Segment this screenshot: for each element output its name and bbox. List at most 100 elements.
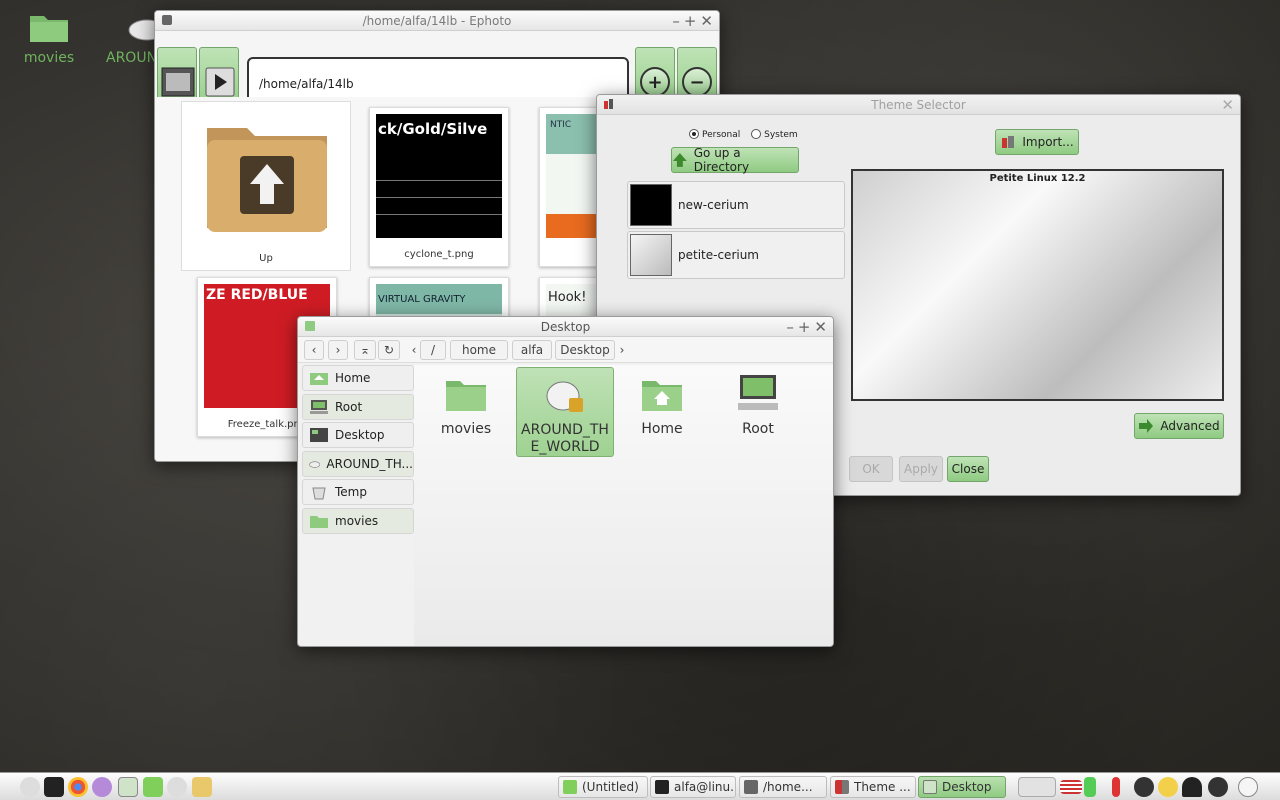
lightbulb-icon[interactable] xyxy=(1158,777,1178,797)
folder-up-icon xyxy=(207,128,327,232)
window-title: Desktop xyxy=(540,319,591,334)
chevron-left-icon: ‹ xyxy=(411,343,417,357)
computer-icon xyxy=(738,375,778,410)
import-button[interactable]: Import... xyxy=(995,129,1079,155)
theme-swatch xyxy=(630,234,672,276)
terminal-icon[interactable] xyxy=(44,777,64,797)
radio-personal[interactable]: Personal xyxy=(689,129,740,140)
minimize-icon[interactable]: – xyxy=(672,11,680,31)
arrow-up-icon: ⌅ xyxy=(359,343,371,357)
folder-icon xyxy=(310,515,328,528)
advanced-button[interactable]: Advanced xyxy=(1134,413,1224,439)
wifi-icon[interactable] xyxy=(1182,777,1202,797)
crumb-home[interactable]: home xyxy=(450,340,508,360)
folder-icon xyxy=(446,381,486,411)
task-desktop[interactable]: Desktop xyxy=(918,776,1006,798)
volume-icon[interactable] xyxy=(1208,777,1228,797)
zoom-out-icon: − xyxy=(682,67,712,97)
desktop-icon-movies[interactable]: movies xyxy=(4,10,94,66)
back-button[interactable]: ‹ xyxy=(304,340,324,360)
maximize-icon[interactable]: + xyxy=(684,11,697,31)
theme-item-new-cerium[interactable]: new-cerium xyxy=(627,181,845,229)
close-button[interactable]: Close xyxy=(947,456,989,482)
theme-item-petite-cerium[interactable]: petite-cerium xyxy=(627,231,845,279)
desktop-icon-around[interactable]: AROUN xyxy=(96,10,166,66)
chat-icon[interactable] xyxy=(92,777,112,797)
apply-button[interactable]: Apply xyxy=(899,456,943,482)
maximize-icon[interactable]: + xyxy=(798,317,811,337)
file-item-around-the-world[interactable]: AROUND_THE_WORLD xyxy=(516,367,614,457)
theme-name: petite-cerium xyxy=(678,248,759,262)
theme-swatch xyxy=(630,184,672,226)
cpu-gauge-icon xyxy=(1134,777,1154,797)
close-icon[interactable]: ✕ xyxy=(814,317,827,337)
editor-icon[interactable] xyxy=(143,777,163,797)
folder-icon xyxy=(30,16,68,42)
import-icon xyxy=(1002,136,1015,148)
package-icon[interactable] xyxy=(192,777,212,797)
thumbnail-caption: Up xyxy=(259,253,273,264)
sidebar-item-around[interactable]: AROUND_TH... xyxy=(302,450,414,477)
crumb-scroll-left[interactable]: ‹ xyxy=(408,340,420,360)
chevron-right-icon: › xyxy=(335,343,341,357)
task-ephoto[interactable]: /home... xyxy=(739,776,827,798)
chevron-left-icon: ‹ xyxy=(311,343,317,357)
sidebar-item-desktop[interactable]: Desktop xyxy=(302,422,414,448)
thumbnail-cyclone[interactable]: ck/Gold/Silve cyclone_t.png xyxy=(369,107,509,267)
task-untitled[interactable]: (Untitled) xyxy=(558,776,648,798)
thumbnail-image: ck/Gold/Silve xyxy=(376,114,502,238)
pager-icon[interactable] xyxy=(1018,777,1056,797)
clock-icon[interactable] xyxy=(1238,777,1258,797)
calculator-icon[interactable] xyxy=(118,777,138,797)
refresh-button[interactable]: ↻ xyxy=(378,340,400,360)
window-title: Theme Selector xyxy=(871,97,966,112)
task-theme[interactable]: Theme ... xyxy=(830,776,916,798)
theme-icon xyxy=(835,780,849,794)
crumb-desktop[interactable]: Desktop xyxy=(555,340,615,360)
crumb-root[interactable]: / xyxy=(420,340,446,360)
go-up-directory-button[interactable]: Go up a Directory xyxy=(671,146,799,174)
close-icon[interactable]: ✕ xyxy=(1221,95,1234,115)
sidebar-item-home[interactable]: Home xyxy=(302,365,414,391)
theme-name: new-cerium xyxy=(678,198,749,212)
computer-icon xyxy=(310,399,328,414)
up-button[interactable]: ⌅ xyxy=(354,340,376,360)
ok-button[interactable]: OK xyxy=(849,456,893,482)
theme-titlebar[interactable]: Theme Selector ✕ xyxy=(597,95,1240,115)
file-item-home[interactable]: Home xyxy=(614,367,710,457)
thumbnail-caption: cyclone_t.png xyxy=(404,249,474,260)
search-icon[interactable] xyxy=(167,777,187,797)
forward-button[interactable]: › xyxy=(328,340,348,360)
chevron-right-icon: › xyxy=(619,343,625,357)
arrow-up-icon xyxy=(672,153,687,167)
browser-icon[interactable] xyxy=(68,777,88,797)
places-sidebar: Home Root Desktop AROUND_TH... Temp movi… xyxy=(302,365,414,536)
thermometer-icon xyxy=(1112,777,1120,797)
desktop-icon-label: AROUN xyxy=(106,50,158,66)
minimize-icon[interactable]: – xyxy=(786,317,794,337)
radio-system[interactable]: System xyxy=(751,129,798,140)
crumb-scroll-right[interactable]: › xyxy=(616,340,628,360)
close-icon[interactable]: ✕ xyxy=(700,11,713,31)
file-item-movies[interactable]: movies xyxy=(418,367,514,457)
file-item-root[interactable]: Root xyxy=(710,367,806,457)
crumb-alfa[interactable]: alfa xyxy=(512,340,552,360)
flag-icon[interactable] xyxy=(1060,780,1082,794)
sidebar-item-movies[interactable]: movies xyxy=(302,507,414,534)
ephoto-titlebar[interactable]: /home/alfa/14lb - Ephoto – + ✕ xyxy=(155,11,719,31)
task-terminal[interactable]: alfa@linu... xyxy=(650,776,736,798)
editor-icon xyxy=(563,780,577,794)
file-manager-window: Desktop – + ✕ ‹ › ⌅ ↻ ‹ / home alfa Desk… xyxy=(297,316,834,647)
arrow-right-icon xyxy=(1139,419,1154,433)
thumbnail-up[interactable]: Up xyxy=(181,101,351,271)
home-folder-icon xyxy=(642,381,682,411)
refresh-icon: ↻ xyxy=(383,343,395,357)
desktop-icon xyxy=(310,428,328,442)
files-titlebar[interactable]: Desktop – + ✕ xyxy=(298,317,833,337)
menu-icon[interactable] xyxy=(20,777,40,797)
window-title: /home/alfa/14lb - Ephoto xyxy=(362,13,512,28)
sidebar-item-temp[interactable]: Temp xyxy=(302,479,414,505)
app-icon xyxy=(305,321,315,331)
sidebar-item-root[interactable]: Root xyxy=(302,393,414,420)
radio-group: Personal System xyxy=(689,129,798,140)
